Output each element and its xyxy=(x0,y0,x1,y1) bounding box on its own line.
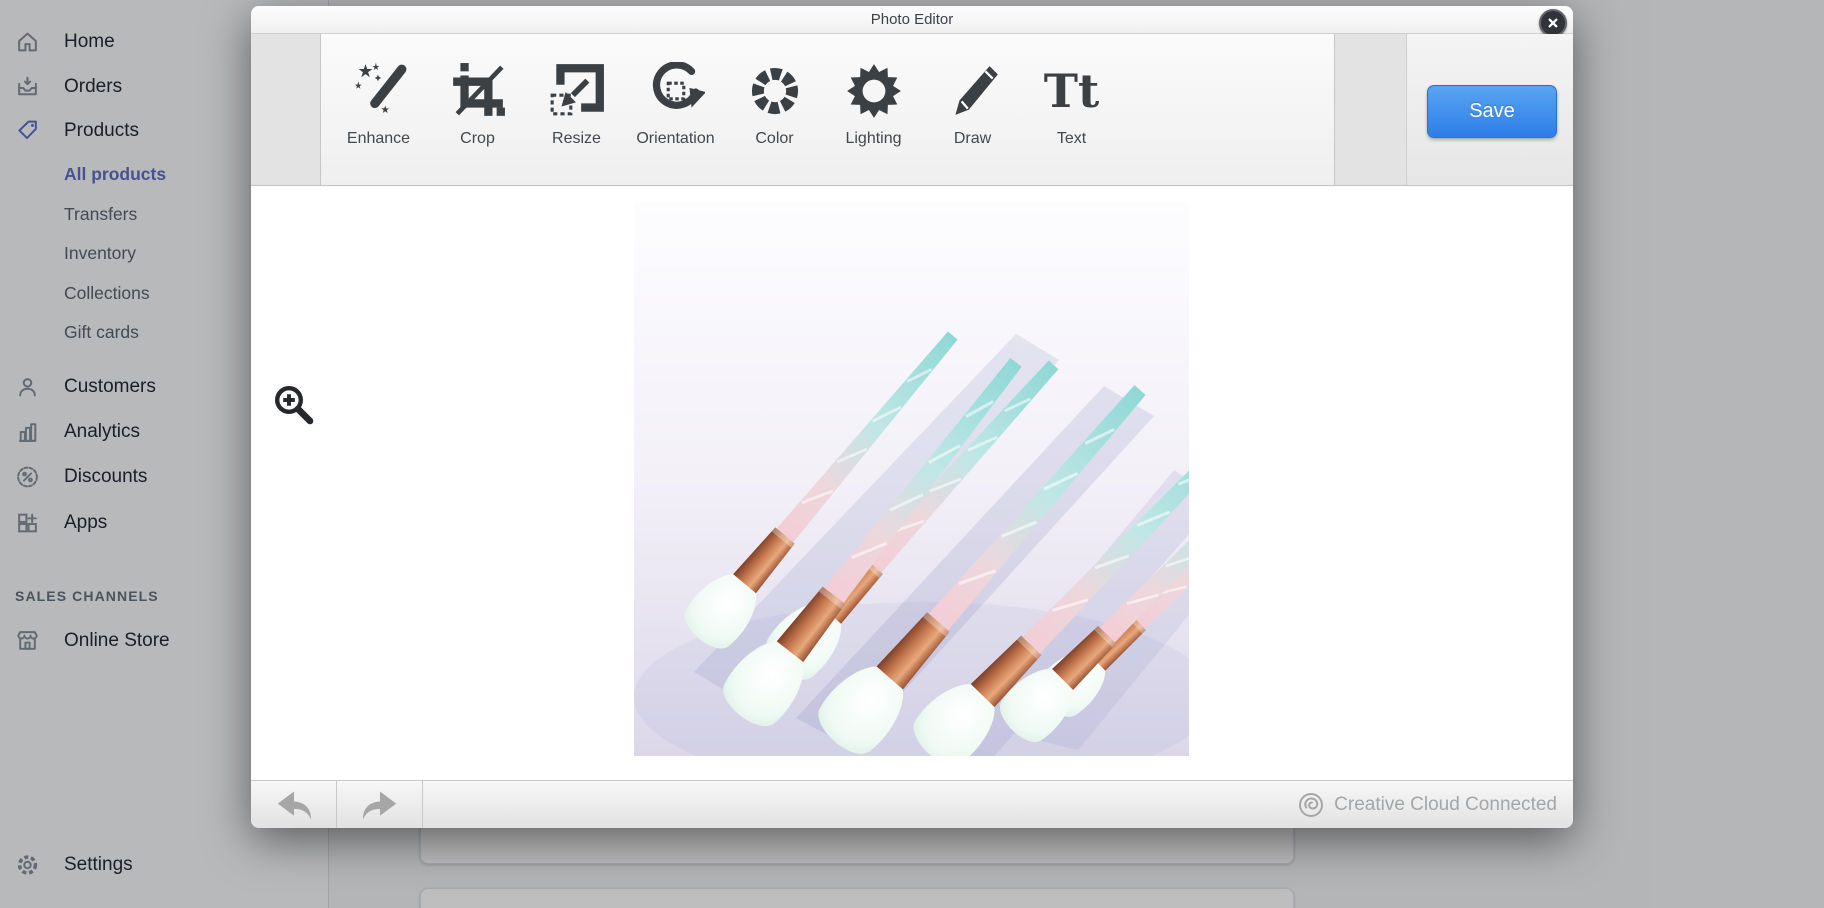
undo-button[interactable] xyxy=(251,781,337,828)
tool-label: Draw xyxy=(954,130,991,148)
modal-title: Photo Editor xyxy=(871,11,954,28)
tool-lighting[interactable]: Lighting xyxy=(824,34,923,185)
redo-button[interactable] xyxy=(337,781,423,828)
color-wheel-icon xyxy=(746,58,804,124)
tool-enhance[interactable]: Enhance xyxy=(329,34,428,185)
editor-toolbox: Enhance Crop xyxy=(320,34,1335,185)
product-photo xyxy=(634,202,1189,756)
tool-label: Color xyxy=(755,130,793,148)
text-icon: Tt xyxy=(1044,58,1099,124)
tool-draw[interactable]: Draw xyxy=(923,34,1022,185)
tool-label: Crop xyxy=(460,130,495,148)
tool-color[interactable]: Color xyxy=(725,34,824,185)
tool-text[interactable]: Tt Text xyxy=(1022,34,1121,185)
save-button[interactable]: Save xyxy=(1427,85,1557,138)
creative-cloud-status: Creative Cloud Connected xyxy=(1298,781,1557,828)
enhance-wand-icon xyxy=(350,58,408,124)
screen: Home Orders Products All products Transf… xyxy=(0,0,1824,908)
close-button[interactable] xyxy=(1539,9,1567,37)
creative-cloud-icon xyxy=(1298,792,1324,818)
photo-editor-modal: Photo Editor xyxy=(251,6,1573,828)
tool-label: Resize xyxy=(552,130,601,148)
orientation-rotate-icon xyxy=(647,58,705,124)
tool-label: Enhance xyxy=(347,130,410,148)
close-icon xyxy=(1545,15,1561,31)
tool-label: Lighting xyxy=(845,130,901,148)
draw-pencil-icon xyxy=(944,58,1002,124)
tool-label: Text xyxy=(1057,130,1086,148)
editor-bottom-bar: Creative Cloud Connected xyxy=(251,780,1573,828)
save-button-label: Save xyxy=(1469,100,1515,123)
modal-titlebar: Photo Editor xyxy=(251,6,1573,34)
zoom-in-icon[interactable] xyxy=(272,383,318,429)
creative-cloud-status-text: Creative Cloud Connected xyxy=(1334,794,1557,816)
resize-icon xyxy=(548,58,606,124)
lighting-sun-icon xyxy=(845,58,903,124)
undo-icon xyxy=(274,787,314,823)
tool-orientation[interactable]: Orientation xyxy=(626,34,725,185)
tool-label: Orientation xyxy=(636,130,714,148)
crop-icon xyxy=(449,58,507,124)
tool-resize[interactable]: Resize xyxy=(527,34,626,185)
editor-toolbar-row: Enhance Crop xyxy=(251,34,1573,186)
redo-icon xyxy=(360,787,400,823)
tool-crop[interactable]: Crop xyxy=(428,34,527,185)
